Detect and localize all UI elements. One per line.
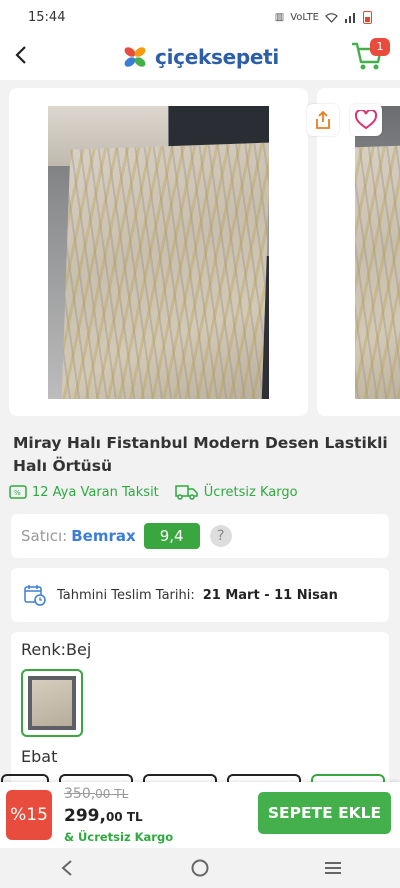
color-swatch-bej[interactable] xyxy=(21,669,83,737)
gallery-slide-next[interactable] xyxy=(317,88,400,416)
seller-label: Satıcı: xyxy=(21,527,68,545)
installment-label: 12 Aya Varan Taksit xyxy=(32,484,159,500)
help-icon[interactable]: ? xyxy=(209,525,232,547)
heart-icon xyxy=(355,110,377,130)
size-label: Ebat xyxy=(21,747,58,766)
share-button[interactable] xyxy=(307,104,339,136)
shipping-perk: Ücretsiz Kargo xyxy=(173,484,298,500)
system-nav-bar xyxy=(0,848,400,888)
swatch-thumbnail xyxy=(28,676,76,730)
seller-box: Satıcı: Bemrax 9,4 ? xyxy=(11,514,389,558)
signal-icon xyxy=(345,12,355,23)
nav-home-button[interactable] xyxy=(180,853,220,883)
new-price-main: 299, xyxy=(64,806,106,826)
nav-back-button[interactable] xyxy=(47,853,87,883)
share-icon xyxy=(316,110,330,129)
product-photo-next xyxy=(355,106,400,399)
nav-home-icon xyxy=(191,859,209,877)
nav-recents-button[interactable] xyxy=(313,853,353,883)
add-to-cart-button[interactable]: SEPETE EKLE xyxy=(258,792,391,834)
old-price: 350,00 TL xyxy=(64,786,128,802)
delivery-box: Tahmini Teslim Tarihi: 21 Mart - 11 Nisa… xyxy=(11,568,389,622)
seller-name-link[interactable]: Bemrax xyxy=(71,527,135,545)
new-price-tail: 00 TL xyxy=(105,810,143,824)
seller-score-badge: 9,4 xyxy=(143,523,200,549)
product-photo xyxy=(48,106,269,399)
delivery-label: Tahmini Teslim Tarihi: xyxy=(57,587,195,603)
product-perks: % 12 Aya Varan Taksit Ücretsiz Kargo xyxy=(9,484,298,500)
top-header: çiçeksepeti 1 xyxy=(0,34,400,80)
brand-logo[interactable]: çiçeksepeti xyxy=(121,45,279,69)
cart-button[interactable]: 1 xyxy=(350,38,390,72)
options-box: Renk:Bej Ebat xyxy=(1,632,389,794)
purchase-bar: %15 350,00 TL 299,00 TL & Ücretsiz Kargo… xyxy=(0,782,400,848)
gallery-slide-main[interactable] xyxy=(9,88,308,416)
color-label: Renk:Bej xyxy=(21,640,92,659)
old-price-main: 350, xyxy=(64,786,96,802)
favorite-button[interactable] xyxy=(350,104,382,136)
svg-text:%: % xyxy=(14,489,21,497)
photo-rug xyxy=(61,142,269,399)
discount-badge: %15 xyxy=(6,790,52,840)
cart-count-badge: 1 xyxy=(370,38,390,56)
free-shipping-label: Ücretsiz Kargo xyxy=(203,484,298,500)
chevron-left-icon xyxy=(15,46,26,64)
battery-icon xyxy=(363,10,372,24)
old-price-tail: 00 TL xyxy=(95,787,129,801)
menu-icon xyxy=(325,862,342,874)
nav-back-icon xyxy=(61,860,72,876)
photo-rug xyxy=(355,144,400,399)
installment-icon: % xyxy=(9,485,27,499)
product-title: Miray Halı Fistanbul Modern Desen Lastik… xyxy=(13,434,388,475)
volte-label: VoLTE xyxy=(290,11,319,23)
logo-text: çiçeksepeti xyxy=(155,45,279,69)
current-price: 299,00 TL xyxy=(64,806,143,826)
vibrate-icon: ▥ xyxy=(274,11,285,23)
back-button[interactable] xyxy=(12,44,36,68)
installment-perk: % 12 Aya Varan Taksit xyxy=(9,485,159,500)
flower-logo-icon xyxy=(124,47,146,67)
free-shipping-note: & Ücretsiz Kargo xyxy=(64,830,174,844)
calendar-clock-icon xyxy=(24,585,46,606)
status-icons: ▥ VoLTE xyxy=(274,10,372,24)
delivery-date: 21 Mart - 11 Nisan xyxy=(202,587,338,603)
status-time: 15:44 xyxy=(28,9,66,25)
status-bar: 15:44 ▥ VoLTE xyxy=(0,0,400,34)
truck-icon xyxy=(175,485,198,500)
wifi-icon xyxy=(325,12,338,23)
product-gallery[interactable] xyxy=(0,86,400,418)
